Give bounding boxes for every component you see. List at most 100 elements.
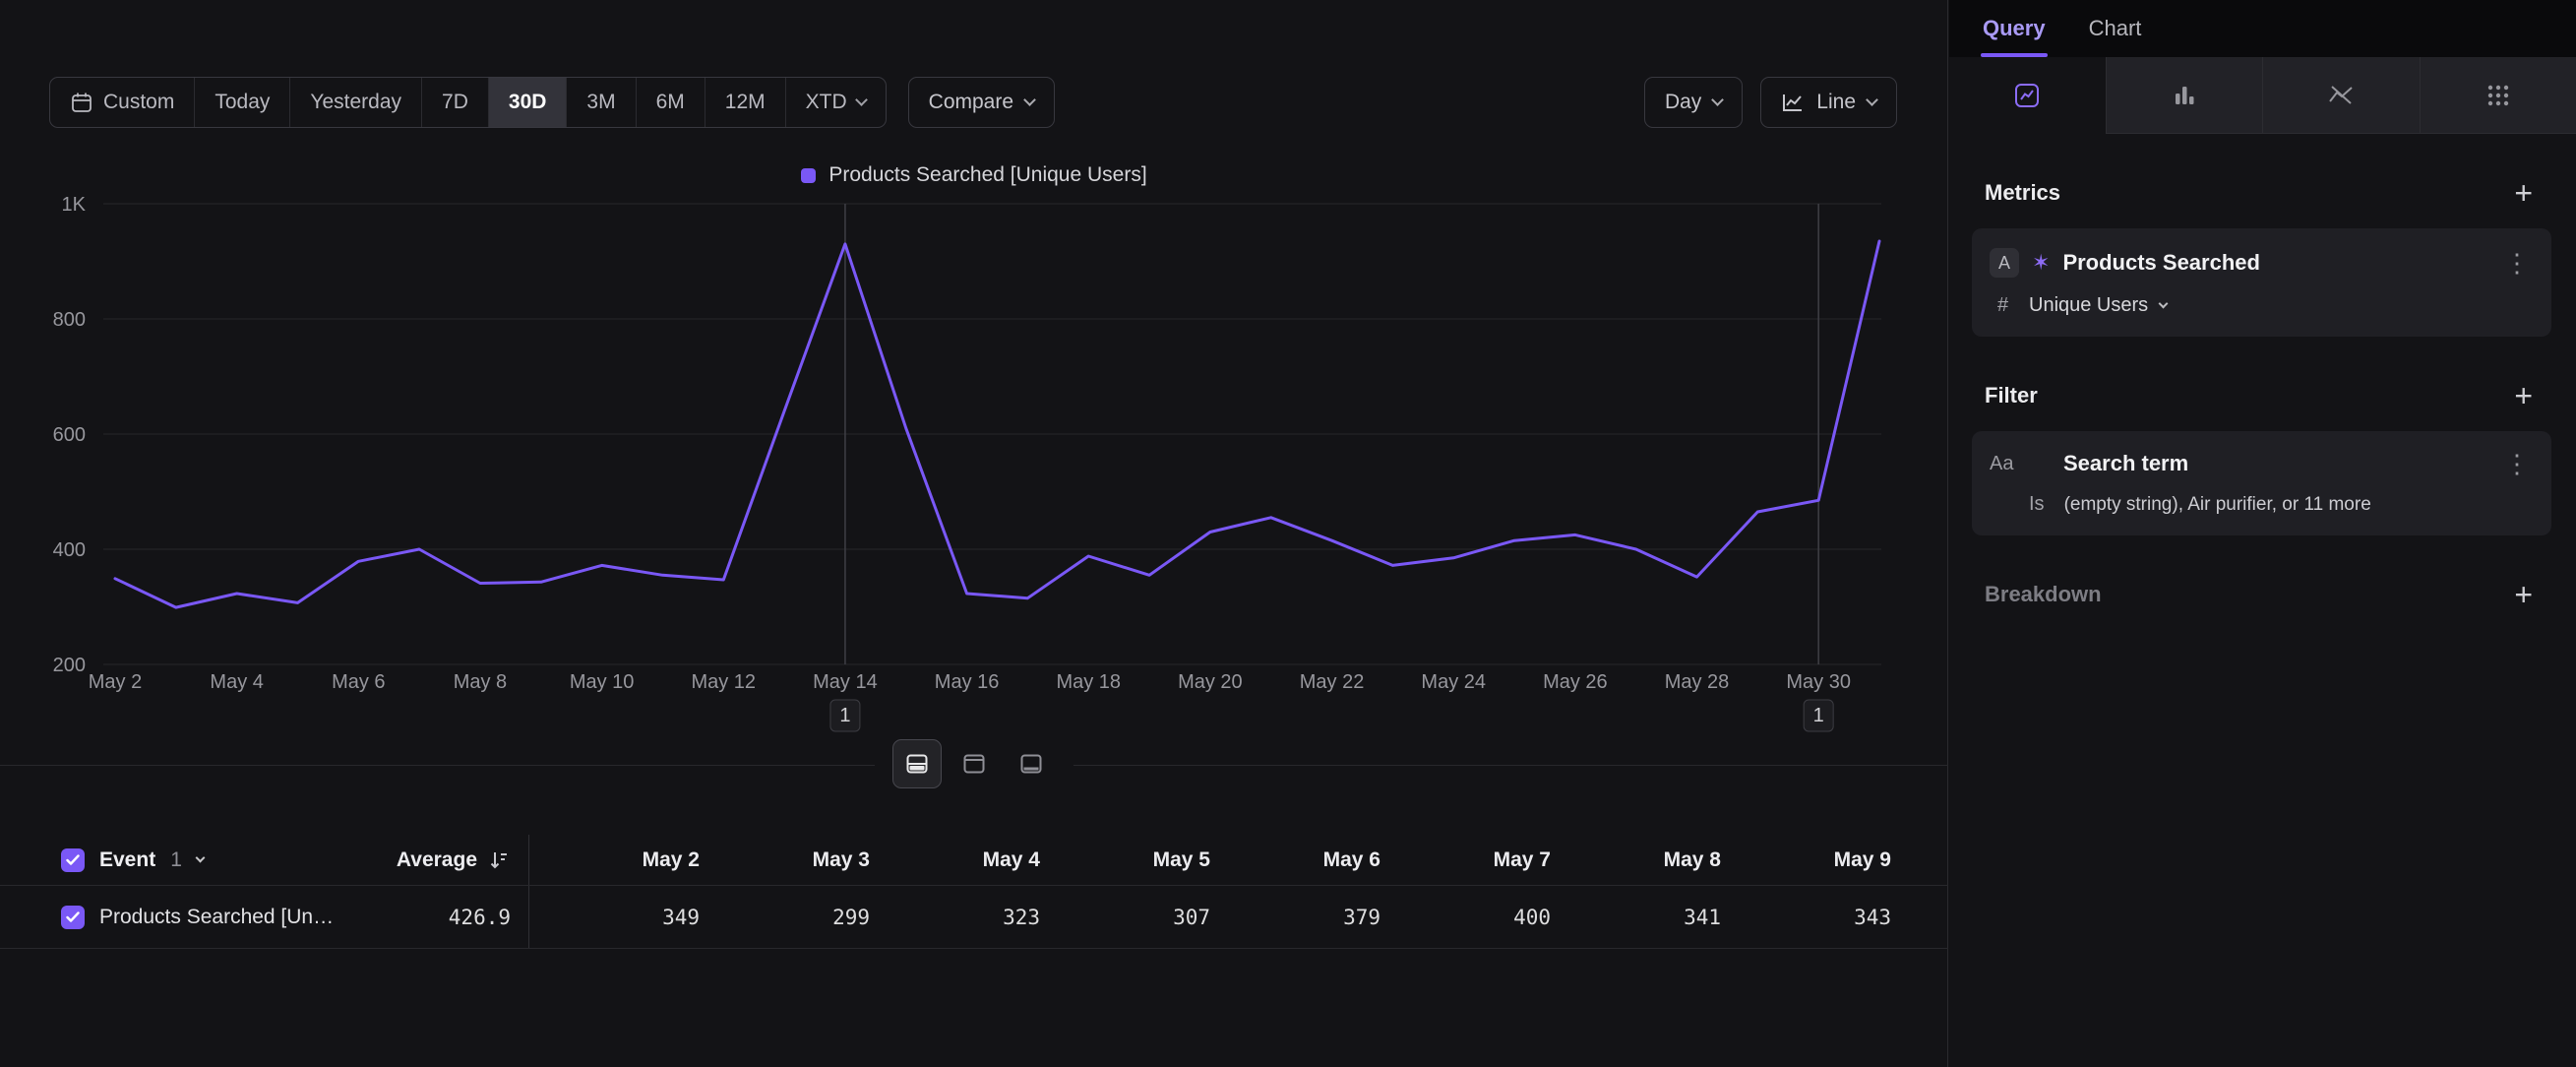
breakdown-heading: Breakdown — [1985, 582, 2102, 607]
svg-text:May 16: May 16 — [935, 671, 1000, 693]
filter-value[interactable]: (empty string), Air purifier, or 11 more — [2064, 494, 2371, 516]
table-body: Products Searched [Unique Users]426.9349… — [0, 886, 1948, 949]
svg-text:May 2: May 2 — [89, 671, 142, 693]
compare-button[interactable]: Compare — [908, 77, 1055, 128]
split-view-icon[interactable] — [892, 739, 942, 788]
line-chart-tab-icon[interactable] — [1949, 57, 2106, 134]
filter-operator[interactable]: Is — [2029, 493, 2045, 516]
granularity-label: Day — [1665, 91, 1701, 114]
row-average: 426.9 — [335, 886, 529, 948]
row-value: 379 — [1210, 886, 1380, 948]
date-column-header[interactable]: May 3 — [700, 835, 870, 885]
row-checkbox[interactable] — [61, 906, 85, 929]
metric-name[interactable]: Products Searched — [2062, 250, 2487, 276]
table-only-view-icon[interactable] — [1007, 739, 1056, 788]
check-icon — [66, 911, 80, 923]
svg-text:1: 1 — [839, 705, 850, 726]
svg-text:400: 400 — [53, 539, 86, 561]
add-breakdown-button[interactable]: + — [2514, 579, 2533, 610]
row-value: 400 — [1380, 886, 1551, 948]
date-range-yesterday[interactable]: Yesterday — [289, 78, 421, 127]
line-chart: 2004006008001K11May 2May 4May 6May 8May … — [0, 187, 1948, 753]
date-range-30d[interactable]: 30D — [488, 78, 567, 127]
chart-type-button[interactable]: Line — [1760, 77, 1897, 128]
filter-section-header: Filter + — [1985, 380, 2533, 411]
date-range-12m[interactable]: 12M — [705, 78, 785, 127]
more-chart-types-icon[interactable] — [2420, 57, 2576, 134]
chevron-down-icon — [1711, 94, 1724, 106]
svg-text:May 4: May 4 — [210, 671, 263, 693]
date-range-group: CustomTodayYesterday7D30D3M6M12MXTD — [49, 77, 887, 128]
series-letter-badge: A — [1990, 248, 2019, 278]
row-value: 341 — [1551, 886, 1721, 948]
metric-card[interactable]: A ✶ Products Searched ⋮ # Unique Users — [1972, 228, 2551, 337]
compare-label: Compare — [929, 91, 1013, 114]
query-sidebar: Query Chart Metrics + A ✶ P — [1949, 0, 2576, 1067]
table-row[interactable]: Products Searched [Unique Users]426.9349… — [0, 886, 1948, 949]
date-range-custom[interactable]: Custom — [50, 78, 194, 127]
svg-text:May 6: May 6 — [332, 671, 385, 693]
chevron-down-icon — [1023, 94, 1036, 106]
filter-property-name[interactable]: Search term — [2063, 451, 2500, 476]
event-label: Event — [99, 848, 155, 872]
event-column-header[interactable]: Event 1 — [0, 835, 335, 885]
add-filter-button[interactable]: + — [2514, 380, 2533, 411]
svg-text:May 20: May 20 — [1178, 671, 1243, 693]
chevron-down-icon — [2159, 299, 2169, 309]
filter-card[interactable]: Aa Search term ⋮ Is (empty string), Air … — [1972, 431, 2551, 535]
retention-chart-tab-icon[interactable] — [2262, 57, 2420, 134]
date-range-xtd[interactable]: XTD — [785, 78, 886, 127]
svg-text:May 14: May 14 — [813, 671, 878, 693]
svg-text:May 8: May 8 — [454, 671, 507, 693]
bar-chart-tab-icon[interactable] — [2106, 57, 2263, 134]
tab-chart[interactable]: Chart — [2089, 0, 2142, 57]
date-column-header[interactable]: May 6 — [1210, 835, 1380, 885]
select-all-checkbox[interactable] — [61, 848, 85, 872]
average-column-header[interactable]: Average — [335, 835, 529, 885]
aggregation-selector[interactable]: Unique Users — [2029, 294, 2167, 317]
date-range-7d[interactable]: 7D — [421, 78, 488, 127]
date-range-today[interactable]: Today — [194, 78, 289, 127]
tab-chart-label: Chart — [2089, 16, 2142, 41]
date-column-header[interactable]: May 8 — [1551, 835, 1721, 885]
sort-icon[interactable] — [487, 848, 511, 872]
date-range-3m[interactable]: 3M — [566, 78, 635, 127]
date-column-header[interactable]: May 5 — [1040, 835, 1210, 885]
filter-heading: Filter — [1985, 383, 2038, 408]
kebab-menu-icon[interactable]: ⋮ — [2500, 250, 2534, 276]
svg-text:May 12: May 12 — [691, 671, 756, 693]
date-column-header[interactable]: May 7 — [1380, 835, 1551, 885]
number-type-icon: # — [1997, 294, 2029, 317]
date-column-header[interactable]: May 4 — [870, 835, 1040, 885]
date-column-header[interactable]: May 9 — [1721, 835, 1891, 885]
row-value: 343 — [1721, 886, 1891, 948]
chart-only-view-icon[interactable] — [950, 739, 999, 788]
svg-text:May 28: May 28 — [1665, 671, 1730, 693]
svg-text:May 18: May 18 — [1056, 671, 1121, 693]
svg-text:May 22: May 22 — [1300, 671, 1365, 693]
tab-query-label: Query — [1983, 16, 2046, 41]
add-metric-button[interactable]: + — [2514, 177, 2533, 209]
date-range-6m[interactable]: 6M — [636, 78, 705, 127]
metrics-heading: Metrics — [1985, 180, 2060, 206]
line-chart-svg: 2004006008001K11May 2May 4May 6May 8May … — [0, 187, 1948, 753]
string-type-icon: Aa — [1990, 453, 2019, 475]
row-value: 323 — [870, 886, 1040, 948]
legend-label: Products Searched [Unique Users] — [828, 163, 1146, 187]
svg-text:1: 1 — [1813, 705, 1824, 726]
chevron-down-icon — [1866, 94, 1878, 106]
chevron-down-icon — [855, 94, 868, 106]
date-column-header[interactable]: May 2 — [529, 835, 700, 885]
svg-text:May 24: May 24 — [1421, 671, 1486, 693]
legend-swatch — [801, 168, 816, 183]
aggregation-label: Unique Users — [2029, 294, 2148, 317]
granularity-button[interactable]: Day — [1644, 77, 1743, 128]
tab-query[interactable]: Query — [1983, 0, 2046, 57]
calendar-icon — [70, 91, 93, 114]
kebab-menu-icon[interactable]: ⋮ — [2500, 451, 2534, 476]
event-count: 1 — [170, 848, 182, 872]
svg-text:1K: 1K — [62, 194, 87, 216]
insights-report: CustomTodayYesterday7D30D3M6M12MXTD Comp… — [0, 0, 2576, 1067]
svg-text:600: 600 — [53, 424, 86, 446]
row-value: 349 — [529, 886, 700, 948]
